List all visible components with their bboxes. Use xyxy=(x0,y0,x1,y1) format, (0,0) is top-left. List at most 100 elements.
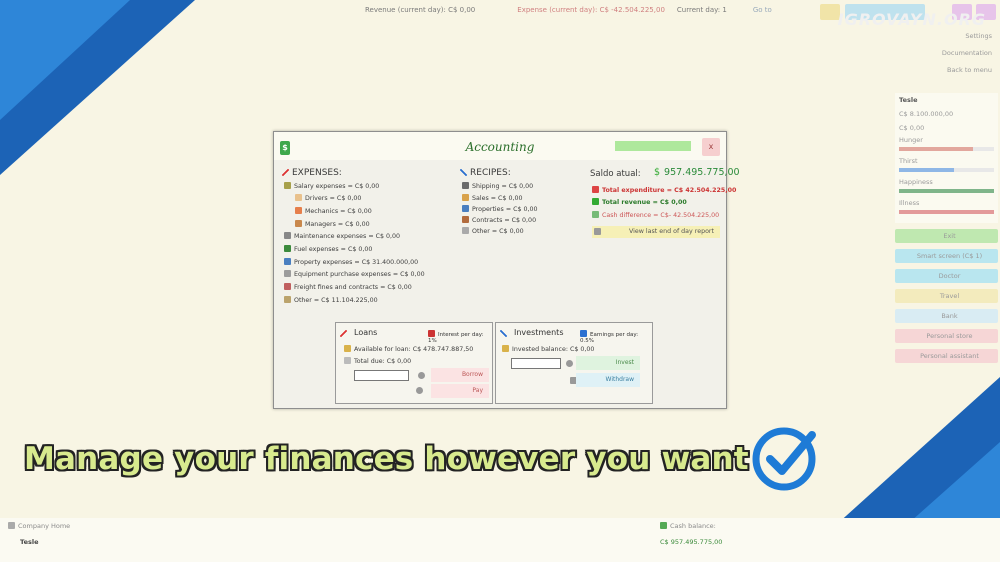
invest-button[interactable]: Invest xyxy=(576,356,640,370)
stat-bar-fill xyxy=(899,168,955,172)
total-expenditure: Total expenditure = C$ 42.504.225,00 xyxy=(592,186,736,194)
expense-mechanics: Mechanics = C$ 0,00 xyxy=(295,207,372,215)
stat-bar xyxy=(899,147,994,151)
cash-icon xyxy=(592,211,599,218)
stat-label: Hunger xyxy=(899,136,923,144)
cash-balance-label: Cash balance: xyxy=(660,522,716,530)
bottom-bar: Company Home Tesle Cash balance: C$ 957.… xyxy=(0,518,1000,562)
close-button[interactable]: x xyxy=(702,138,720,156)
documentation-link[interactable]: Documentation xyxy=(895,45,998,62)
stat-bar-fill xyxy=(899,210,994,214)
plus-icon xyxy=(592,198,599,205)
pay-button[interactable]: Pay xyxy=(431,384,489,398)
expense-property: Property expenses = C$ 31.400.000,00 xyxy=(284,258,418,266)
cash-difference: Cash difference = C$- 42.504.225,00 xyxy=(592,211,719,219)
corner-decoration-top-left-inner xyxy=(0,0,130,120)
expense-today: Expense (current day): C$ -42.504.225,00 xyxy=(517,6,665,14)
checkmark-icon xyxy=(752,427,816,491)
investments-title: Investments xyxy=(514,328,564,337)
window-header: $ Accounting x xyxy=(274,132,726,160)
expense-drivers: Drivers = C$ 0,00 xyxy=(295,194,361,202)
expense-salary: Salary expenses = C$ 0,00 xyxy=(284,182,379,190)
contract-icon xyxy=(462,216,469,223)
revenue-today: Revenue (current day): C$ 0,00 xyxy=(365,6,476,14)
loans-panel: Loans Interest per day: 1% Available for… xyxy=(335,322,493,404)
expenses-title: EXPENSES: xyxy=(282,168,342,178)
mechanic-icon xyxy=(295,207,302,214)
stat-bar xyxy=(899,210,994,214)
promo-caption: Manage your finances however you want xyxy=(24,441,749,477)
investment-amount-input[interactable] xyxy=(511,358,561,369)
current-day: Current day: 1 xyxy=(676,6,727,14)
sidebar-button[interactable]: Personal assistant xyxy=(895,349,998,363)
company-home-tab[interactable]: Company Home xyxy=(8,522,70,530)
header-status-bar xyxy=(615,141,691,151)
loan-amount-input[interactable] xyxy=(354,370,409,381)
report-icon xyxy=(594,228,601,235)
expense-maintenance: Maintenance expenses = C$ 0,00 xyxy=(284,232,400,240)
loans-available: Available for loan: C$ 478.747.887,50 xyxy=(344,345,473,353)
clock-icon xyxy=(418,372,425,379)
company-card: Tesle C$ 8.100.000,00 C$ 0,00 Hunger Thir… xyxy=(895,93,998,223)
property-icon xyxy=(284,258,291,265)
back-to-menu-link[interactable]: Back to menu xyxy=(895,62,998,79)
expense-other: Other = C$ 11.104.225,00 xyxy=(284,296,378,304)
accounting-window: $ Accounting x EXPENSES: Salary expenses… xyxy=(273,131,740,409)
withdraw-button[interactable]: Withdraw xyxy=(576,373,640,387)
sidebar-button[interactable]: Exit xyxy=(895,229,998,243)
equipment-icon xyxy=(284,270,291,277)
saldo-value: $957.495.775,00 xyxy=(654,167,740,178)
property-icon xyxy=(462,205,469,212)
expense-fuel: Fuel expenses = C$ 0,00 xyxy=(284,245,372,253)
manager-icon xyxy=(295,220,302,227)
loans-title: Loans xyxy=(354,328,378,337)
stat-label: Happiness xyxy=(899,178,933,186)
investments-panel: Investments Earnings per day: 0.5% Inves… xyxy=(495,322,653,404)
top-status-bar: Revenue (current day): C$ 0,00 Expense (… xyxy=(365,6,772,14)
stat-bar xyxy=(899,189,994,193)
sidebar-button[interactable]: Doctor xyxy=(895,269,998,283)
loans-total-due: Total due: C$ 0,00 xyxy=(344,357,411,365)
home-icon xyxy=(8,522,15,529)
expense-managers: Managers = C$ 0,00 xyxy=(295,220,370,228)
truck-icon xyxy=(462,182,469,189)
settings-link[interactable]: Settings xyxy=(895,28,998,45)
trend-up-icon xyxy=(460,169,467,176)
total-revenue: Total revenue = C$ 0,00 xyxy=(592,198,687,206)
sidebar-button[interactable]: Personal store xyxy=(895,329,998,343)
report-button[interactable]: View last end of day report xyxy=(592,226,720,238)
company-money: C$ 8.100.000,00 xyxy=(899,110,954,118)
trend-up-icon xyxy=(500,330,507,337)
coins-icon xyxy=(502,345,509,352)
recipe-shipping: Shipping = C$ 0,00 xyxy=(462,182,533,190)
recipe-properties: Properties = C$ 0,00 xyxy=(462,205,538,213)
company-name: Tesle xyxy=(899,96,918,104)
sidebar-button[interactable]: Bank xyxy=(895,309,998,323)
company-money-secondary: C$ 0,00 xyxy=(899,124,925,132)
stat-label: Illness xyxy=(899,199,920,207)
fuel-icon xyxy=(284,245,291,252)
document-icon xyxy=(462,227,469,234)
arrow-down-icon xyxy=(428,330,435,337)
money-icon xyxy=(284,182,291,189)
saldo-label: Saldo atual: xyxy=(590,169,641,179)
clock-icon xyxy=(566,360,573,367)
sidebar-button[interactable]: Smart screen (C$ 1) xyxy=(895,249,998,263)
cash-balance-value: C$ 957.495.775,00 xyxy=(660,538,723,546)
borrow-button[interactable]: Borrow xyxy=(431,368,489,382)
driver-icon xyxy=(295,194,302,201)
coins-icon xyxy=(344,345,351,352)
stat-label: Thirst xyxy=(899,157,918,165)
goto-button[interactable]: Go to xyxy=(753,6,772,14)
check-icon xyxy=(416,387,423,394)
wrench-icon xyxy=(284,232,291,239)
recipe-contracts: Contracts = C$ 0,00 xyxy=(462,216,536,224)
freight-icon xyxy=(284,283,291,290)
recipe-other: Other = C$ 0,00 xyxy=(462,227,524,235)
watermark-logo: IGROVAYN.ORG xyxy=(837,10,986,29)
investments-earnings-rate: Earnings per day: 0.5% xyxy=(580,330,639,344)
x-icon xyxy=(592,186,599,193)
recipes-title: RECIPES: xyxy=(460,168,511,178)
sidebar-button[interactable]: Travel xyxy=(895,289,998,303)
stat-bar xyxy=(899,168,994,172)
